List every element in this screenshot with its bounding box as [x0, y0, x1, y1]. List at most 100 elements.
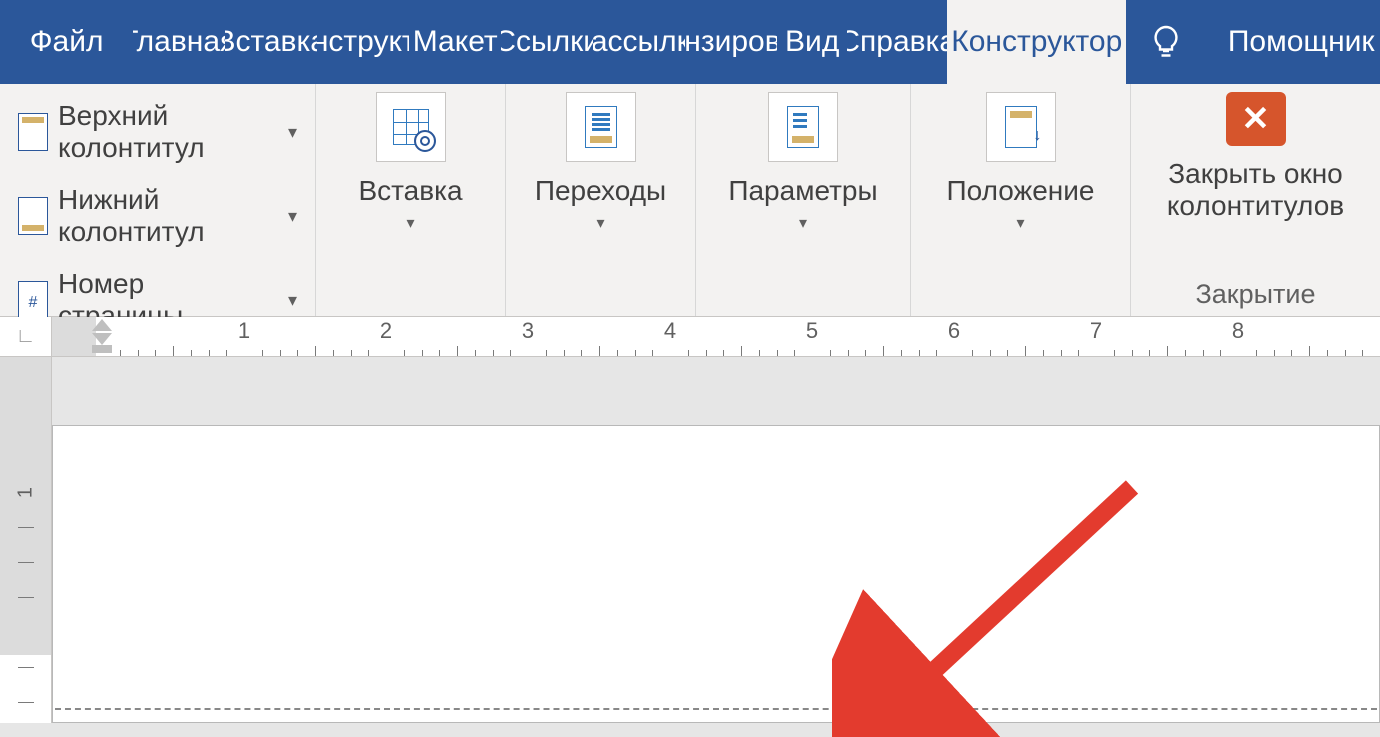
btn-header-label: Верхний колонтитул [58, 100, 274, 164]
horizontal-ruler[interactable]: ∟ 12345678 [0, 317, 1380, 357]
hruler-tick [688, 350, 689, 356]
hanging-indent-marker[interactable] [92, 333, 112, 345]
tab-design-tool[interactable]: Конструктор [947, 0, 1126, 84]
tab-helper[interactable]: Помощник [1206, 0, 1380, 84]
ribbon-content: Верхний колонтитул ▾ Нижний колонтитул ▾… [0, 84, 1380, 317]
btn-insert-hf[interactable]: Вставка ▾ [328, 90, 493, 233]
hruler-tick [706, 350, 707, 356]
hruler-tick [759, 350, 760, 356]
hruler-tick [546, 350, 547, 356]
hruler-tick [1220, 350, 1221, 356]
tab-help[interactable]: Справка [847, 0, 947, 84]
hruler-label: 5 [806, 318, 818, 344]
hruler-tick [1167, 346, 1168, 356]
hruler-tick [351, 350, 352, 356]
hruler-tick [138, 350, 139, 356]
btn-close-hf[interactable]: ✕ Закрыть окно колонтитулов [1143, 90, 1368, 222]
hruler-tick [1061, 350, 1062, 356]
workspace: 1 [0, 357, 1380, 723]
tab-view[interactable]: Вид [777, 0, 847, 84]
btn-navigation[interactable]: Переходы ▾ [518, 90, 683, 233]
btn-options-label: Параметры [728, 176, 877, 207]
hruler-tick [280, 350, 281, 356]
first-line-indent-marker[interactable] [92, 319, 112, 331]
btn-footer[interactable]: Нижний колонтитул ▾ [12, 174, 303, 258]
header-boundary-line [55, 708, 1377, 710]
lightbulb-icon [1148, 24, 1184, 60]
hruler-tick [936, 350, 937, 356]
chevron-down-icon: ▾ [288, 122, 297, 143]
btn-footer-label: Нижний колонтитул [58, 184, 274, 248]
tell-me-bulb[interactable] [1126, 0, 1206, 84]
hruler-tick [564, 350, 565, 356]
tab-mailings[interactable]: Рассылки [593, 0, 685, 84]
btn-header[interactable]: Верхний колонтитул ▾ [12, 90, 303, 174]
hruler-tick [493, 350, 494, 356]
tab-review[interactable]: Рецензирование [685, 0, 777, 84]
left-indent-marker[interactable] [92, 345, 112, 353]
group-label-empty4 [923, 306, 1118, 316]
tab-insert[interactable]: Вставка [225, 0, 317, 84]
tab-design[interactable]: Конструктор [317, 0, 409, 84]
tab-references[interactable]: Ссылки [501, 0, 593, 84]
chevron-down-icon: ▾ [288, 290, 297, 311]
btn-options[interactable]: Параметры ▾ [708, 90, 898, 233]
hruler-area[interactable]: 12345678 [52, 317, 1380, 356]
hruler-tick [635, 350, 636, 356]
tab-file[interactable]: Файл [0, 0, 133, 84]
ribbon-tabs: Файл Главная Вставка Конструктор Макет С… [0, 0, 1380, 84]
tab-home[interactable]: Главная [133, 0, 225, 84]
page[interactable] [52, 425, 1380, 723]
hruler-tick [599, 346, 600, 356]
chevron-down-icon: ▾ [596, 213, 604, 233]
hruler-tick [723, 350, 724, 356]
hruler-tick [741, 346, 742, 356]
document-canvas[interactable] [52, 357, 1380, 723]
hruler-tick [581, 350, 582, 356]
hruler-tick [155, 350, 156, 356]
tab-layout[interactable]: Макет [409, 0, 501, 84]
hruler-label: 8 [1232, 318, 1244, 344]
hruler-tick [830, 350, 831, 356]
hruler-tick [1309, 346, 1310, 356]
hruler-tick [865, 350, 866, 356]
hruler-label: 7 [1090, 318, 1102, 344]
btn-insert-label: Вставка [358, 176, 462, 207]
vruler-dash [18, 702, 34, 703]
hruler-tick [883, 346, 884, 356]
vertical-ruler[interactable]: 1 [0, 357, 52, 723]
group-close: ✕ Закрыть окно колонтитулов Закрытие [1131, 84, 1380, 316]
vruler-margin2 [0, 425, 51, 655]
hruler-tick [990, 350, 991, 356]
group-navigation: Переходы ▾ [506, 84, 696, 316]
hruler-tick [457, 346, 458, 356]
position-icon-frame [986, 92, 1056, 162]
chevron-down-icon: ▾ [799, 213, 807, 233]
hruler-tick [1114, 350, 1115, 356]
hruler-tick [1345, 350, 1346, 356]
vruler-top-margin [0, 357, 51, 425]
vruler-dash [18, 597, 34, 598]
hruler-tick [510, 350, 511, 356]
hruler-tick [794, 350, 795, 356]
hruler-tick [120, 350, 121, 356]
group-header-footer: Верхний колонтитул ▾ Нижний колонтитул ▾… [0, 84, 316, 316]
hruler-tick [475, 350, 476, 356]
hruler-tick [226, 350, 227, 356]
btn-navigation-label: Переходы [535, 176, 666, 207]
btn-position[interactable]: Положение ▾ [923, 90, 1118, 233]
close-x-icon: ✕ [1226, 92, 1286, 146]
hruler-tick [191, 350, 192, 356]
date-time-icon [393, 109, 429, 145]
hruler-tick [617, 350, 618, 356]
group-label-empty1 [328, 306, 493, 316]
ruler-corner-tab-icon[interactable]: ∟ [0, 317, 52, 356]
hruler-left-margin [52, 317, 96, 356]
group-insert: Вставка ▾ [316, 84, 506, 316]
hruler-label: 4 [664, 318, 676, 344]
hruler-tick [262, 350, 263, 356]
hruler-label: 2 [380, 318, 392, 344]
hruler-tick [333, 350, 334, 356]
hruler-label: 3 [522, 318, 534, 344]
page-header-icon [18, 113, 48, 151]
